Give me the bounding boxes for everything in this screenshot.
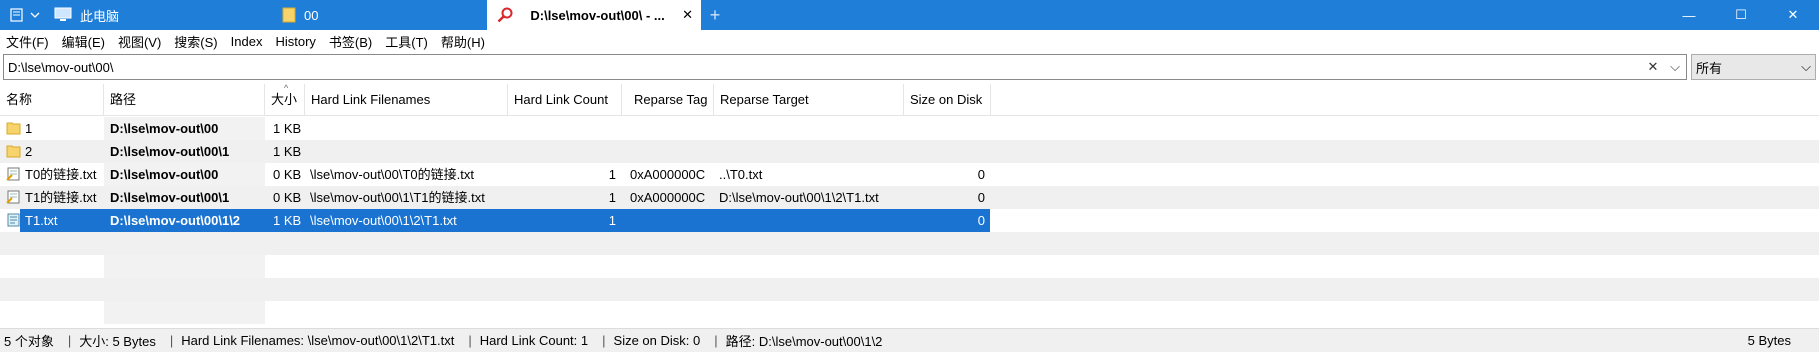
table-row[interactable]: T1的链接.txt D:\lse\mov-out\00\1 0 KB \lse\… [0,186,1819,209]
menu-help[interactable]: 帮助(H) [441,32,485,51]
column-header-row: 名称 路径 ^ 大小 Hard Link Filenames Hard Link… [0,83,1819,116]
cell-reparse-tag: 0xA000000C [630,190,706,205]
empty-row [0,278,1819,301]
cell-size: 1 KB [273,213,302,228]
clear-icon[interactable]: ✕ [1642,59,1664,75]
filter-select[interactable]: 所有 ⌵ [1691,54,1816,80]
close-tab-icon[interactable]: ✕ [682,7,693,23]
empty-row [0,232,1819,255]
chevron-down-icon [30,12,40,18]
menu-edit[interactable]: 编辑(E) [62,32,105,51]
column-header-reparse-tag[interactable]: Reparse Tag [622,84,714,116]
tab-label: 此电脑 [80,8,120,24]
tab-this-pc[interactable]: 此电脑 [52,0,272,30]
symlink-file-icon [6,190,20,204]
status-separator: | [468,333,472,348]
status-object-count: 5 个对象 [4,334,54,349]
cell-size-on-disk: 0 [977,167,985,182]
maximize-button[interactable]: ☐ [1715,0,1767,30]
cell-hard-link-count: 1 [608,213,616,228]
status-separator: | [67,333,72,348]
search-input[interactable]: D:\lse\mov-out\00\ ✕ ⌵ [3,54,1687,80]
cell-reparse-target: ..\T0.txt [719,167,763,182]
cell-name: T1的链接.txt [25,190,97,205]
status-size-on-disk: Size on Disk: 0 [613,333,701,348]
cell-size: 1 KB [273,121,302,136]
status-hard-link-count: Hard Link Count: 1 [479,333,589,348]
tab-00[interactable]: 00 [272,0,487,30]
cell-path: D:\lse\mov-out\00 [110,167,219,182]
status-hard-link-filenames: Hard Link Filenames: \lse\mov-out\00\1\2… [181,333,455,348]
cell-hard-link-filenames: \lse\mov-out\00\1\T1的链接.txt [310,190,485,205]
tab-label: D:\lse\mov-out\00\ - ... [530,7,665,23]
status-separator: | [714,333,718,348]
menu-history[interactable]: History [275,34,315,49]
table-row-selected[interactable]: T1.txt D:\lse\mov-out\00\1\2 1 KB \lse\m… [0,209,1819,232]
symlink-file-icon [6,167,20,181]
new-tab-button[interactable]: + [701,5,729,26]
cell-size-on-disk: 0 [977,190,985,205]
column-header-size-on-disk[interactable]: Size on Disk [904,84,991,116]
menu-file[interactable]: 文件(F) [6,32,49,51]
search-icon [497,7,513,23]
cell-size: 0 KB [273,190,302,205]
column-header-hard-link-count[interactable]: Hard Link Count [508,84,622,116]
status-size: 大小: 5 Bytes [79,334,156,349]
column-header-hard-link-filenames[interactable]: Hard Link Filenames [305,84,508,116]
cell-path: D:\lse\mov-out\00\1 [110,144,230,159]
cell-path: D:\lse\mov-out\00\1 [110,190,230,205]
cell-hard-link-filenames: \lse\mov-out\00\1\2\T1.txt [310,213,457,228]
folder-icon [6,145,21,158]
text-file-icon [7,213,20,227]
results-list: 名称 路径 ^ 大小 Hard Link Filenames Hard Link… [0,83,1819,324]
cell-size: 0 KB [273,167,302,182]
tab-label: 00 [304,7,319,23]
status-path: 路径: D:\lse\mov-out\00\1\2 [725,334,883,349]
filter-value: 所有 [1696,60,1723,76]
cell-name: 1 [25,121,33,136]
window-menu-icon [10,8,23,22]
table-row[interactable]: 1 D:\lse\mov-out\00 1 KB [0,117,1819,140]
close-window-button[interactable]: ✕ [1767,0,1819,30]
menu-index[interactable]: Index [231,34,263,49]
menu-view[interactable]: 视图(V) [118,32,161,51]
status-bar: 5 个对象 | 大小: 5 Bytes | Hard Link Filename… [0,328,1819,352]
table-row[interactable]: 2 D:\lse\mov-out\00\1 1 KB [0,140,1819,163]
menu-bar: 文件(F) 编辑(E) 视图(V) 搜索(S) Index History 书签… [0,30,1819,52]
column-header-reparse-target[interactable]: Reparse Target [714,84,904,116]
title-bar: 此电脑 00 D:\lse\mov-out\00\ - ... ✕ + — ☐ … [0,0,1819,30]
cell-hard-link-count: 1 [608,190,616,205]
cell-path: D:\lse\mov-out\00 [110,121,219,136]
menu-search[interactable]: 搜索(S) [174,32,217,51]
column-header-size[interactable]: 大小 [265,84,305,116]
table-row[interactable]: T0的链接.txt D:\lse\mov-out\00 0 KB \lse\mo… [0,163,1819,186]
cell-hard-link-filenames: \lse\mov-out\00\T0的链接.txt [310,167,474,182]
column-header-path[interactable]: 路径 ^ [104,83,288,116]
cell-reparse-target: D:\lse\mov-out\00\1\2\T1.txt [719,190,879,205]
menu-tools[interactable]: 工具(T) [385,32,428,51]
column-header-name[interactable]: 名称 [0,84,104,116]
tab-search-results[interactable]: D:\lse\mov-out\00\ - ... ✕ [487,0,701,30]
cell-hard-link-count: 1 [608,167,616,182]
cell-size-on-disk: 0 [977,213,985,228]
cell-reparse-tag: 0xA000000C [630,167,706,182]
cell-path: D:\lse\mov-out\00\1\2 [110,213,241,228]
cell-name: T1.txt [25,213,58,228]
window-menu-button[interactable] [0,0,52,30]
minimize-button[interactable]: — [1663,0,1715,30]
column-label: 路径 [110,92,137,107]
cell-name: T0的链接.txt [25,167,97,182]
cell-size: 1 KB [273,144,302,159]
history-dropdown-icon[interactable]: ⌵ [1664,59,1686,75]
search-input-value[interactable]: D:\lse\mov-out\00\ [4,60,1642,75]
status-separator: | [602,333,606,348]
folder-icon [6,122,21,135]
chevron-down-icon: ⌵ [1801,59,1811,74]
status-separator: | [169,333,174,348]
computer-icon [54,7,72,21]
cell-name: 2 [25,144,33,159]
menu-bookmarks[interactable]: 书签(B) [329,32,372,51]
folder-icon [282,7,296,23]
status-total-size: 5 Bytes [1747,333,1791,348]
